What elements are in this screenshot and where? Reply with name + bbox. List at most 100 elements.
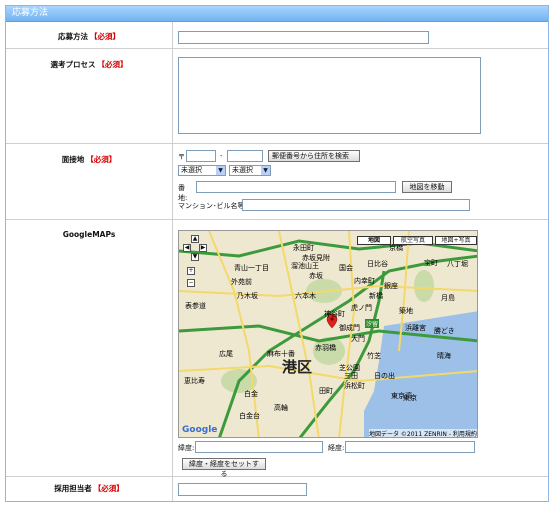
map-label: 国会 <box>339 264 353 272</box>
map-label-minato: 港区 <box>282 358 313 376</box>
recruiter-row: 採用担当者 【必須】 <box>6 477 548 501</box>
required-badge: 【必須】 <box>93 484 124 493</box>
map-label: 六本木 <box>295 292 316 300</box>
map-label: 宝町 <box>424 259 438 267</box>
building-input[interactable] <box>242 199 470 211</box>
map-label: 田町 <box>319 387 333 395</box>
zoom-out-icon[interactable]: − <box>187 279 195 287</box>
map-label: 高輪 <box>274 404 288 412</box>
postal-code-second[interactable] <box>227 150 263 162</box>
application-method-panel: 応募方法 応募方法【必須】 選考プロセス【必須】 面接地【必須】 〒 - <box>5 5 549 502</box>
location-row: 面接地【必須】 〒 - 郵便番号から住所を検索 未選択 ▼ 未選択 ▼ 番地: <box>6 144 548 220</box>
map-type-satellite-button[interactable]: 航空写真 <box>393 236 433 245</box>
pan-left-icon[interactable]: ◀ <box>183 244 191 252</box>
map-label: 八丁堀 <box>447 260 468 268</box>
map-label: 日比谷 <box>367 260 388 268</box>
building-label: マンション･ビル名等: <box>178 202 247 210</box>
method-input[interactable] <box>178 31 429 44</box>
map-label: 築地 <box>399 307 413 315</box>
recruiter-label: 採用担当者 【必須】 <box>6 477 173 501</box>
process-row: 選考プロセス 【必須】 <box>6 49 548 144</box>
set-latlng-button[interactable]: 緯度・経度をセットする <box>182 458 266 478</box>
required-badge: 【必須】 <box>97 60 128 69</box>
googlemaps-label-text: GoogleMAPs <box>62 230 116 239</box>
prefecture-select-value: 未選択 <box>181 166 202 174</box>
map-label: 神谷町 <box>324 310 345 318</box>
street-input[interactable] <box>196 181 396 193</box>
location-field: 〒 - 郵便番号から住所を検索 未選択 ▼ 未選択 ▼ 番地: 地図を移動 マン… <box>178 144 548 219</box>
map-label: 青山一丁目 <box>234 264 269 272</box>
map-label: 外苑前 <box>231 278 252 286</box>
postal-search-button[interactable]: 郵便番号から住所を検索 <box>268 150 360 162</box>
chevron-down-icon: ▼ <box>216 166 225 175</box>
latitude-input[interactable] <box>195 441 323 453</box>
map-label: 新橋 <box>369 292 383 300</box>
postal-dash: - <box>220 152 223 160</box>
map-label: 浜松町 <box>344 382 365 390</box>
map-copyright: 地図データ ©2011 ZENRIN - 利用規約 <box>369 429 477 438</box>
map-label: 晴海 <box>437 352 451 360</box>
process-textarea[interactable] <box>178 57 481 134</box>
map-label: 虎ノ門 <box>351 304 372 312</box>
postal-symbol: 〒 <box>178 153 185 161</box>
google-map[interactable]: 港区 六本木 赤坂 麻布十番 芝公園 神谷町 東京湾 浜松町 築地 新橋 赤羽橋… <box>178 230 478 438</box>
map-type-hybrid-button[interactable]: 地図+写真 <box>435 236 477 245</box>
chevron-down-icon: ▼ <box>261 166 270 175</box>
map-type-map-button[interactable]: 地図 <box>357 236 391 245</box>
pan-up-icon[interactable]: ▲ <box>191 235 199 243</box>
map-label: 内幸町 <box>354 277 375 285</box>
map-label: 東京 <box>403 394 417 402</box>
latlng-line: 緯度: 経度: <box>178 441 488 453</box>
map-label: 乃木坂 <box>237 292 258 300</box>
process-field <box>178 49 548 143</box>
map-label: 永田町 <box>293 244 314 252</box>
map-label: 三田 <box>344 372 358 380</box>
map-label: 赤羽橋 <box>315 344 336 352</box>
section-title: 応募方法 <box>6 6 548 22</box>
process-label-text: 選考プロセス <box>50 60 96 69</box>
recruiter-label-text: 採用担当者 <box>54 484 92 493</box>
prefecture-select[interactable]: 未選択 ▼ <box>178 165 226 176</box>
method-row: 応募方法 【必須】 <box>6 22 548 49</box>
map-label: 白金 <box>244 390 258 398</box>
map-label: 浜離宮 <box>405 324 426 332</box>
process-label: 選考プロセス 【必須】 <box>6 49 173 143</box>
map-label: 日の出 <box>374 372 395 380</box>
zoom-in-icon[interactable]: + <box>187 267 195 275</box>
map-label: 銀座 <box>384 282 398 290</box>
googlemaps-label: GoogleMAPs <box>6 220 173 476</box>
location-label: 面接地 【必須】 <box>6 144 173 219</box>
longitude-input[interactable] <box>345 441 475 453</box>
map-label: 勝どき <box>434 327 455 335</box>
recruiter-field <box>178 477 548 501</box>
street-label: 番地: <box>178 184 188 202</box>
map-route-label: 汐留 <box>365 319 380 328</box>
map-label: 広尾 <box>219 350 233 358</box>
googlemaps-field: 港区 六本木 赤坂 麻布十番 芝公園 神谷町 東京湾 浜松町 築地 新橋 赤羽橋… <box>178 220 548 478</box>
map-label: 赤坂見附 <box>302 254 330 262</box>
city-select-value: 未選択 <box>232 166 253 174</box>
pan-right-icon[interactable]: ▶ <box>199 244 207 252</box>
map-label: 白金台 <box>239 412 260 420</box>
pan-down-icon[interactable]: ▼ <box>191 253 199 261</box>
map-label: 赤坂 <box>309 272 323 280</box>
method-field <box>178 22 548 48</box>
method-label-text: 応募方法 <box>58 32 88 41</box>
location-label-text: 面接地 <box>61 155 85 164</box>
city-select[interactable]: 未選択 ▼ <box>229 165 271 176</box>
map-move-button[interactable]: 地図を移動 <box>402 181 452 193</box>
map-label: 竹芝 <box>367 352 381 360</box>
method-label: 応募方法 【必須】 <box>6 22 173 48</box>
map-label: 月島 <box>441 294 455 302</box>
map-label: 恵比寿 <box>184 377 205 385</box>
latitude-label: 緯度: <box>178 444 195 452</box>
map-label: 御成門 <box>339 324 360 332</box>
recruiter-input[interactable] <box>178 483 307 496</box>
googlemaps-row: GoogleMAPs 港区 六本木 赤坂 麻布十番 芝公園 神谷町 東京湾 浜松… <box>6 220 548 478</box>
postal-code-first[interactable] <box>186 150 216 162</box>
longitude-label: 経度: <box>328 444 345 452</box>
required-badge: 【必須】 <box>90 32 120 41</box>
google-logo: Google <box>182 425 218 435</box>
map-label: 大門 <box>351 335 365 343</box>
map-label: 麻布十番 <box>267 350 295 358</box>
